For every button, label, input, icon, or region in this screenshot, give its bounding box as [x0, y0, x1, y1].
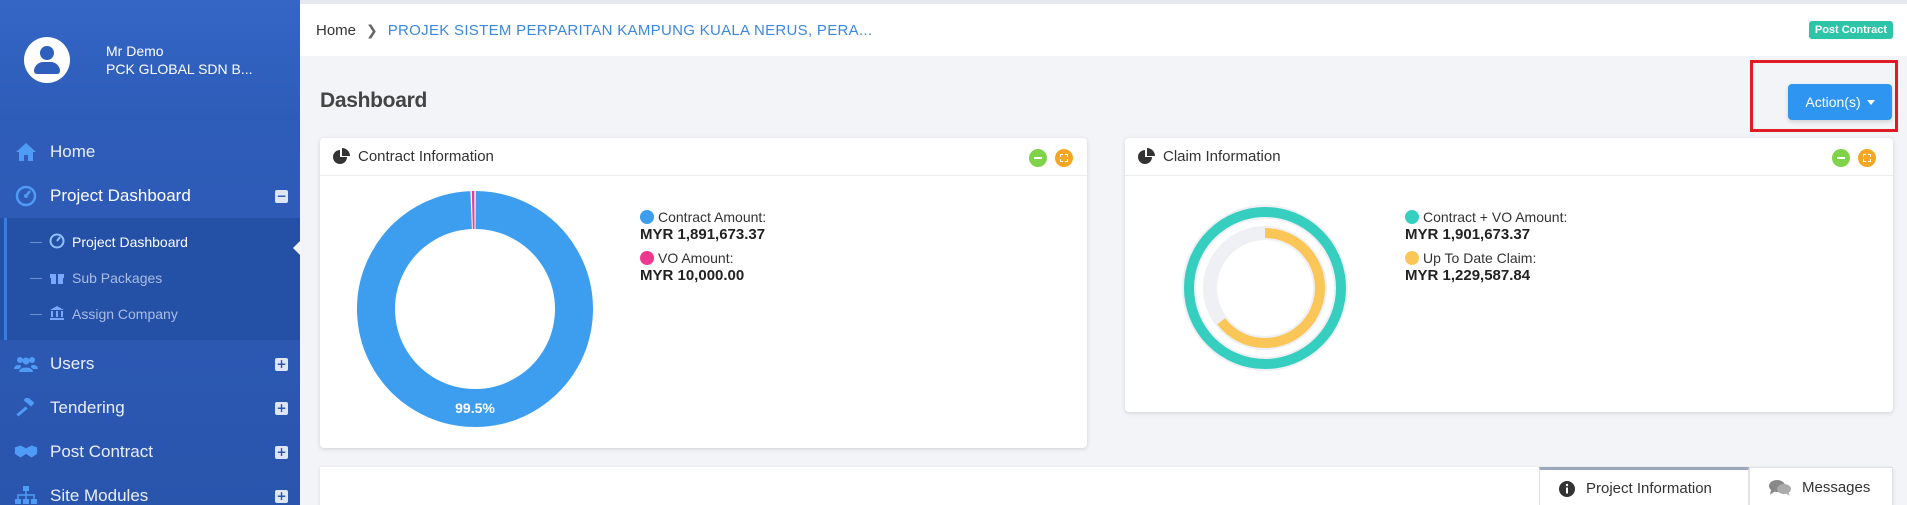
submenu-item-assign-company[interactable]: Assign Company	[30, 300, 178, 328]
submenu-item-label: Sub Packages	[72, 270, 163, 286]
card-title: Contract Information	[358, 148, 494, 165]
tab-project-information[interactable]: Project Information	[1539, 467, 1749, 505]
legend-value: MYR 1,229,587.84	[1405, 267, 1531, 284]
fullscreen-button[interactable]	[1858, 149, 1876, 167]
expand-icon[interactable]: +	[275, 402, 288, 415]
top-bar: Home ❯ PROJEK SISTEM PERPARITAN KAMPUNG …	[300, 0, 1907, 56]
handshake-icon	[14, 441, 38, 463]
sidebar: Mr Demo PCK GLOBAL SDN B... Home Project…	[0, 0, 300, 505]
claim-information-card: Claim Information Contract + VO Amount: …	[1125, 138, 1893, 412]
breadcrumb-project[interactable]: PROJEK SISTEM PERPARITAN KAMPUNG KUALA N…	[388, 22, 873, 39]
legend-dot	[1405, 210, 1419, 224]
legend-label: VO Amount:	[658, 250, 734, 266]
submenu-item-sub-packages[interactable]: Sub Packages	[30, 264, 162, 292]
legend-dot	[1405, 251, 1419, 265]
user-profile[interactable]: Mr Demo PCK GLOBAL SDN B...	[0, 0, 300, 120]
tab-label: Project Information	[1586, 480, 1712, 497]
active-indicator	[293, 239, 302, 257]
info-panel: Project Information Messages	[320, 467, 1893, 505]
submenu-item-label: Project Dashboard	[72, 234, 188, 250]
expand-icon[interactable]: +	[275, 358, 288, 371]
submenu-item-project-dashboard[interactable]: Project Dashboard	[30, 228, 188, 256]
sidebar-item-users[interactable]: Users +	[0, 344, 300, 384]
pie-chart-icon	[1138, 147, 1155, 164]
tab-label: Messages	[1802, 479, 1871, 496]
submenu-item-label: Assign Company	[72, 306, 178, 322]
gavel-icon	[14, 397, 38, 419]
gift-icon	[48, 269, 66, 288]
expand-icon[interactable]: +	[275, 446, 288, 459]
card-title: Claim Information	[1163, 148, 1281, 165]
home-icon	[14, 141, 38, 163]
contract-legend: Contract Amount: MYR 1,891,673.37 VO Amo…	[640, 208, 766, 290]
submenu-project-dashboard: Project Dashboard Sub Packages Assign Co…	[0, 218, 300, 340]
contract-donut-chart: 99.5%	[357, 191, 593, 427]
actions-label: Action(s)	[1805, 94, 1861, 110]
legend-label: Up To Date Claim:	[1423, 250, 1537, 266]
status-badge: Post Contract	[1808, 21, 1893, 39]
collapse-icon[interactable]: −	[275, 190, 288, 203]
pie-chart-icon	[333, 147, 350, 164]
page-title: Dashboard	[320, 89, 427, 112]
sidebar-item-post-contract[interactable]: Post Contract +	[0, 432, 300, 472]
breadcrumb: Home ❯ PROJEK SISTEM PERPARITAN KAMPUNG …	[316, 22, 872, 39]
breadcrumb-home[interactable]: Home	[316, 22, 356, 39]
sidebar-item-tendering[interactable]: Tendering +	[0, 388, 300, 428]
contract-information-card: Contract Information 99.5% Contract Amou…	[320, 138, 1087, 448]
fullscreen-button[interactable]	[1055, 149, 1073, 167]
legend-value: MYR 1,901,673.37	[1405, 226, 1531, 243]
legend-label: Contract Amount:	[658, 209, 767, 225]
sidebar-item-home[interactable]: Home	[0, 132, 300, 172]
user-company: PCK GLOBAL SDN B...	[106, 61, 253, 77]
actions-dropdown-button[interactable]: Action(s)	[1788, 84, 1892, 120]
claim-legend: Contract + VO Amount: MYR 1,901,673.37 U…	[1405, 208, 1567, 290]
expand-icon[interactable]: +	[275, 490, 288, 503]
bank-icon	[48, 305, 66, 324]
sidebar-item-label: Project Dashboard	[50, 186, 191, 205]
legend-dot	[640, 251, 654, 265]
legend-value: MYR 1,891,673.37	[640, 226, 766, 243]
sidebar-item-project-dashboard[interactable]: Project Dashboard −	[0, 176, 300, 216]
legend-label: Contract + VO Amount:	[1423, 209, 1568, 225]
dashboard-icon	[48, 233, 66, 252]
minimize-button[interactable]	[1832, 149, 1850, 167]
minimize-button[interactable]	[1029, 149, 1047, 167]
sitemap-icon	[14, 485, 38, 505]
chevron-right-icon: ❯	[366, 22, 378, 39]
avatar	[24, 37, 70, 83]
comments-icon	[1769, 479, 1791, 496]
sidebar-item-label: Tendering	[50, 398, 125, 417]
info-icon	[1559, 480, 1575, 497]
dashboard-icon	[14, 185, 38, 207]
legend-value: MYR 10,000.00	[640, 267, 745, 284]
donut-slice-contract-amount[interactable]	[357, 191, 593, 427]
sidebar-item-site-modules[interactable]: Site Modules +	[0, 476, 300, 505]
user-name: Mr Demo	[106, 43, 164, 59]
sidebar-item-label: Post Contract	[50, 442, 153, 461]
legend-dot	[640, 210, 654, 224]
sidebar-item-label: Site Modules	[50, 486, 149, 505]
donut-data-label: 99.5%	[455, 400, 495, 416]
users-icon	[14, 353, 38, 375]
claim-radial-chart	[1182, 205, 1348, 371]
sidebar-item-label: Home	[50, 142, 96, 161]
caret-down-icon	[1866, 99, 1875, 105]
tab-messages[interactable]: Messages	[1749, 467, 1893, 505]
sidebar-item-label: Users	[50, 354, 95, 373]
